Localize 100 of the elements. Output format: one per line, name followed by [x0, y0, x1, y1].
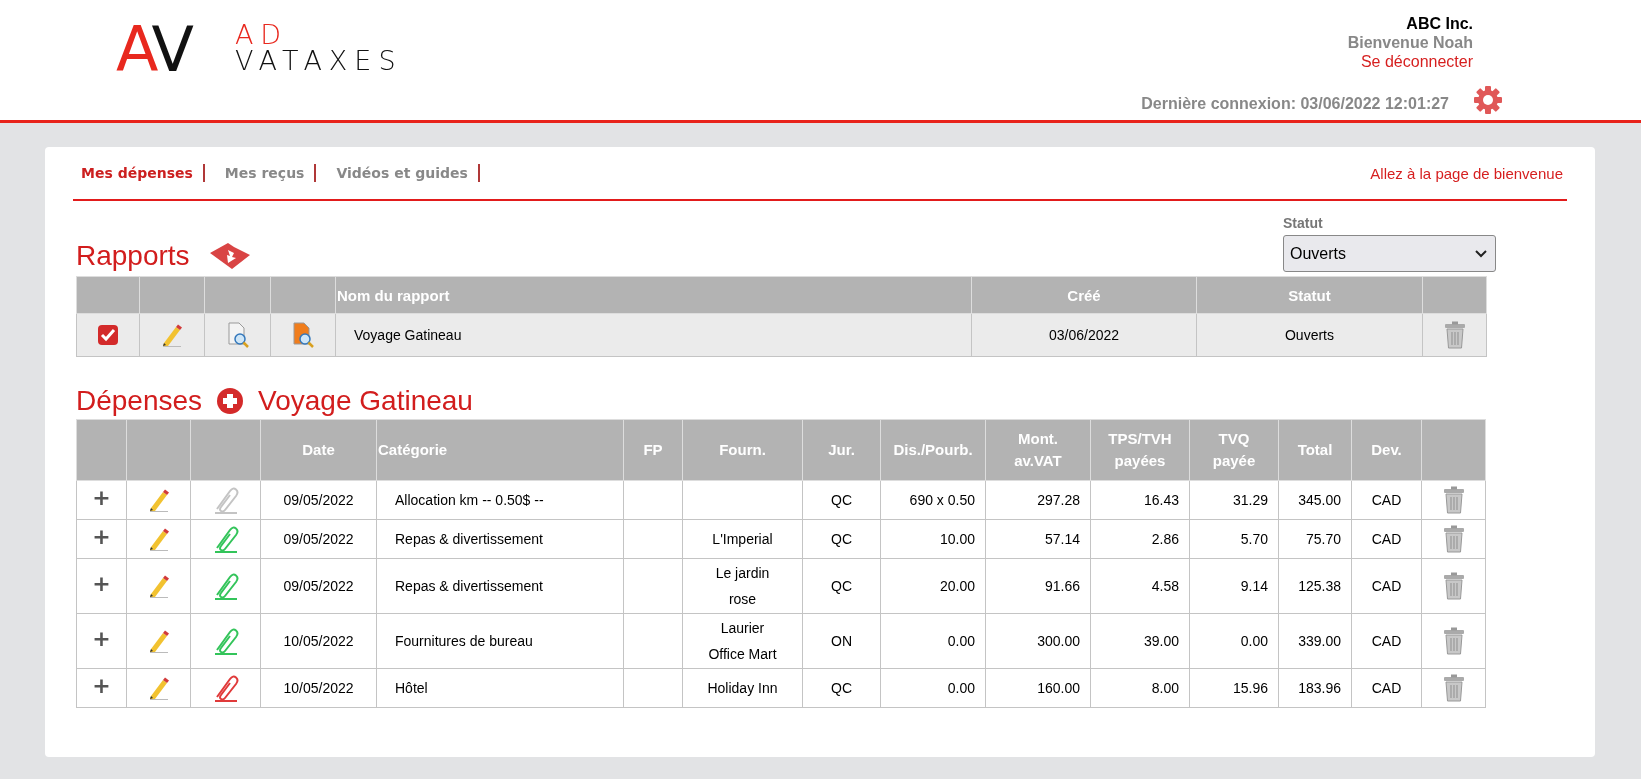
- table-cell: 10/05/2022: [260, 668, 377, 708]
- logo: AV: [116, 22, 191, 78]
- table-cell: Le jardin rose: [682, 558, 803, 614]
- table-cell: QC: [802, 668, 881, 708]
- column-header: Mont. av.VAT: [985, 419, 1091, 481]
- table-cell: 297.28: [985, 480, 1091, 520]
- column-header: TPS/TVH payées: [1090, 419, 1190, 481]
- document-search-icon[interactable]: [291, 322, 315, 348]
- table-cell: 125.38: [1278, 558, 1352, 614]
- column-header: Créé: [971, 276, 1197, 314]
- pencil-icon[interactable]: [147, 676, 170, 700]
- table-cell: 39.00: [1090, 613, 1190, 669]
- column-header: Catégorie: [376, 419, 624, 481]
- pencil-icon[interactable]: [161, 323, 183, 347]
- logo-text: VATAXES: [234, 48, 403, 74]
- table-cell: CAD: [1351, 480, 1422, 520]
- table-cell: 09/05/2022: [260, 480, 377, 520]
- table-cell: 20.00: [880, 558, 986, 614]
- pencil-icon[interactable]: [147, 629, 170, 653]
- table-cell: 31.29: [1189, 480, 1279, 520]
- logout-link[interactable]: Se déconnecter: [1360, 52, 1473, 71]
- expand-button[interactable]: +: [90, 628, 113, 650]
- pencil-icon[interactable]: [147, 527, 170, 551]
- welcome-page-link[interactable]: Allez à la page de bienvenue: [1370, 164, 1563, 182]
- trash-icon[interactable]: [1442, 486, 1465, 514]
- column-header: Jur.: [802, 419, 881, 481]
- settings-icon[interactable]: [1473, 85, 1503, 115]
- table-cell: 57.14: [985, 519, 1091, 559]
- pencil-icon[interactable]: [147, 574, 170, 598]
- table-cell: 09/05/2022: [260, 558, 377, 614]
- table-cell: 0.00: [880, 668, 986, 708]
- table-cell: Ouverts: [1196, 313, 1423, 357]
- section-title: Rapports: [76, 240, 190, 272]
- table-cell: 345.00: [1278, 480, 1352, 520]
- last-login-text: Dernière connexion: 03/06/2022 12:01:27: [1141, 94, 1449, 114]
- column-header: Dev.: [1351, 419, 1422, 481]
- table-cell: Laurier Office Mart: [682, 613, 803, 669]
- logo-text: AD: [234, 22, 290, 48]
- table-cell: CAD: [1351, 613, 1422, 669]
- table-cell: 10/05/2022: [260, 613, 377, 669]
- trash-icon[interactable]: [1442, 674, 1465, 702]
- table-cell: ON: [802, 613, 881, 669]
- table-cell: Allocation km -- 0.50$ --: [376, 480, 624, 520]
- caret-icon: [1475, 249, 1487, 258]
- trash-icon[interactable]: [1442, 572, 1465, 600]
- table-cell: CAD: [1351, 519, 1422, 559]
- trash-icon[interactable]: [1442, 525, 1465, 553]
- table-cell: 339.00: [1278, 613, 1352, 669]
- table-cell: 183.96: [1278, 668, 1352, 708]
- table-cell: 4.58: [1090, 558, 1190, 614]
- table-cell: 8.00: [1090, 668, 1190, 708]
- table-cell: QC: [802, 558, 881, 614]
- welcome-text: Bienvenue Noah: [1347, 33, 1473, 52]
- column-header: FP: [623, 419, 683, 481]
- section-title: Dépenses: [76, 385, 203, 417]
- table-cell: Repas & divertissement: [376, 519, 624, 559]
- table-cell: 690 x 0.50: [880, 480, 986, 520]
- table-cell: 15.96: [1189, 668, 1279, 708]
- column-header: Statut: [1196, 276, 1423, 314]
- table-cell: 0.00: [880, 613, 986, 669]
- column-header: TVQ payée: [1189, 419, 1279, 481]
- expand-button[interactable]: +: [90, 573, 113, 595]
- table-cell: Voyage Gatineau: [335, 313, 972, 357]
- company-name: ABC Inc.: [1406, 14, 1473, 33]
- column-header: Nom du rapport: [335, 276, 972, 314]
- report-name-title: Voyage Gatineau: [258, 385, 473, 417]
- table-cell: 5.70: [1189, 519, 1279, 559]
- table-cell: 0.00: [1189, 613, 1279, 669]
- table-cell: 91.66: [985, 558, 1091, 614]
- table-cell: 2.86: [1090, 519, 1190, 559]
- table-cell: CAD: [1351, 668, 1422, 708]
- nav-tab[interactable]: Vidéos et guides: [336, 165, 468, 181]
- table-cell: 160.00: [985, 668, 1091, 708]
- column-header: Date: [260, 419, 377, 481]
- pencil-icon[interactable]: [147, 488, 170, 512]
- status-dropdown[interactable]: Ouverts: [1283, 235, 1496, 272]
- column-header: Fourn.: [682, 419, 803, 481]
- table-cell: L'Imperial: [682, 519, 803, 559]
- table-cell: QC: [802, 480, 881, 520]
- table-cell: Fournitures de bureau: [376, 613, 624, 669]
- add-icon[interactable]: [216, 387, 245, 415]
- table-cell: Holiday Inn: [682, 668, 803, 708]
- status-label: Statut: [1283, 215, 1324, 231]
- table-cell: 03/06/2022: [971, 313, 1197, 357]
- table-cell: 09/05/2022: [260, 519, 377, 559]
- table-cell: Repas & divertissement: [376, 558, 624, 614]
- table-cell: 10.00: [880, 519, 986, 559]
- table-cell: QC: [802, 519, 881, 559]
- column-header: Total: [1278, 419, 1352, 481]
- table-cell: 300.00: [985, 613, 1091, 669]
- table-cell: 9.14: [1189, 558, 1279, 614]
- table-cell: 75.70: [1278, 519, 1352, 559]
- trash-icon[interactable]: [1443, 321, 1466, 349]
- nav-tab[interactable]: Mes dépenses: [81, 165, 193, 181]
- trash-icon[interactable]: [1442, 627, 1465, 655]
- table-cell: Hôtel: [376, 668, 624, 708]
- checkbox-icon[interactable]: [97, 324, 119, 346]
- table-cell: 16.43: [1090, 480, 1190, 520]
- document-search-icon[interactable]: [225, 322, 250, 348]
- nav-tab[interactable]: Mes reçus: [224, 165, 305, 181]
